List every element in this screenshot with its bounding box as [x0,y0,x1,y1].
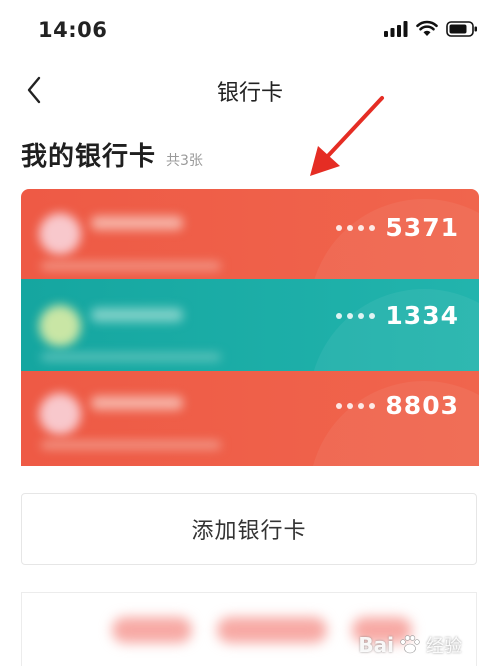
bank-logo [39,393,81,435]
status-icons [384,20,478,37]
card-last4: 8803 [385,391,459,420]
bank-card[interactable]: 5371 [21,189,479,283]
bank-logo [39,305,81,347]
nav-bar: 银行卡 [0,62,500,118]
card-number: 5371 [336,213,459,242]
bank-card-list: 5371 1334 8803 [21,189,479,466]
card-type-redacted [41,262,221,270]
section-title: 我的银行卡 [21,142,157,172]
watermark: Bai 经验 [358,632,462,658]
status-bar: 14:06 [0,0,500,62]
bank-name-redacted [91,308,183,322]
bank-card[interactable]: 8803 [21,371,479,466]
battery-icon [446,20,477,37]
card-count: 共3张 [166,153,203,169]
signal-icon [384,20,408,37]
bank-logo [39,213,81,255]
add-bank-card-label: 添加银行卡 [191,519,307,544]
paw-icon [400,635,420,654]
watermark-suffix: 经验 [426,636,462,657]
wifi-icon [416,20,438,36]
card-last4: 1334 [385,301,459,330]
card-last4: 5371 [385,213,459,242]
bank-name-redacted [91,216,183,230]
annotation-arrow-icon [310,96,384,176]
redacted-option [112,617,192,643]
masked-digits [336,224,376,231]
card-number: 1334 [336,301,459,330]
bank-card[interactable]: 1334 [21,279,479,373]
card-type-redacted [41,441,221,449]
bottom-panel: Bai 经验 [21,592,477,666]
card-number: 8803 [336,391,459,420]
add-bank-card-button[interactable]: 添加银行卡 [21,493,477,565]
bank-name-redacted [91,396,183,410]
masked-digits [336,312,376,319]
page-title: 银行卡 [216,81,283,106]
status-time: 14:06 [38,18,108,42]
section-header: 我的银行卡 共3张 [21,136,203,173]
redacted-option [217,617,327,643]
masked-digits [336,402,376,409]
watermark-brand: Bai [358,633,394,657]
card-type-redacted [41,353,221,361]
